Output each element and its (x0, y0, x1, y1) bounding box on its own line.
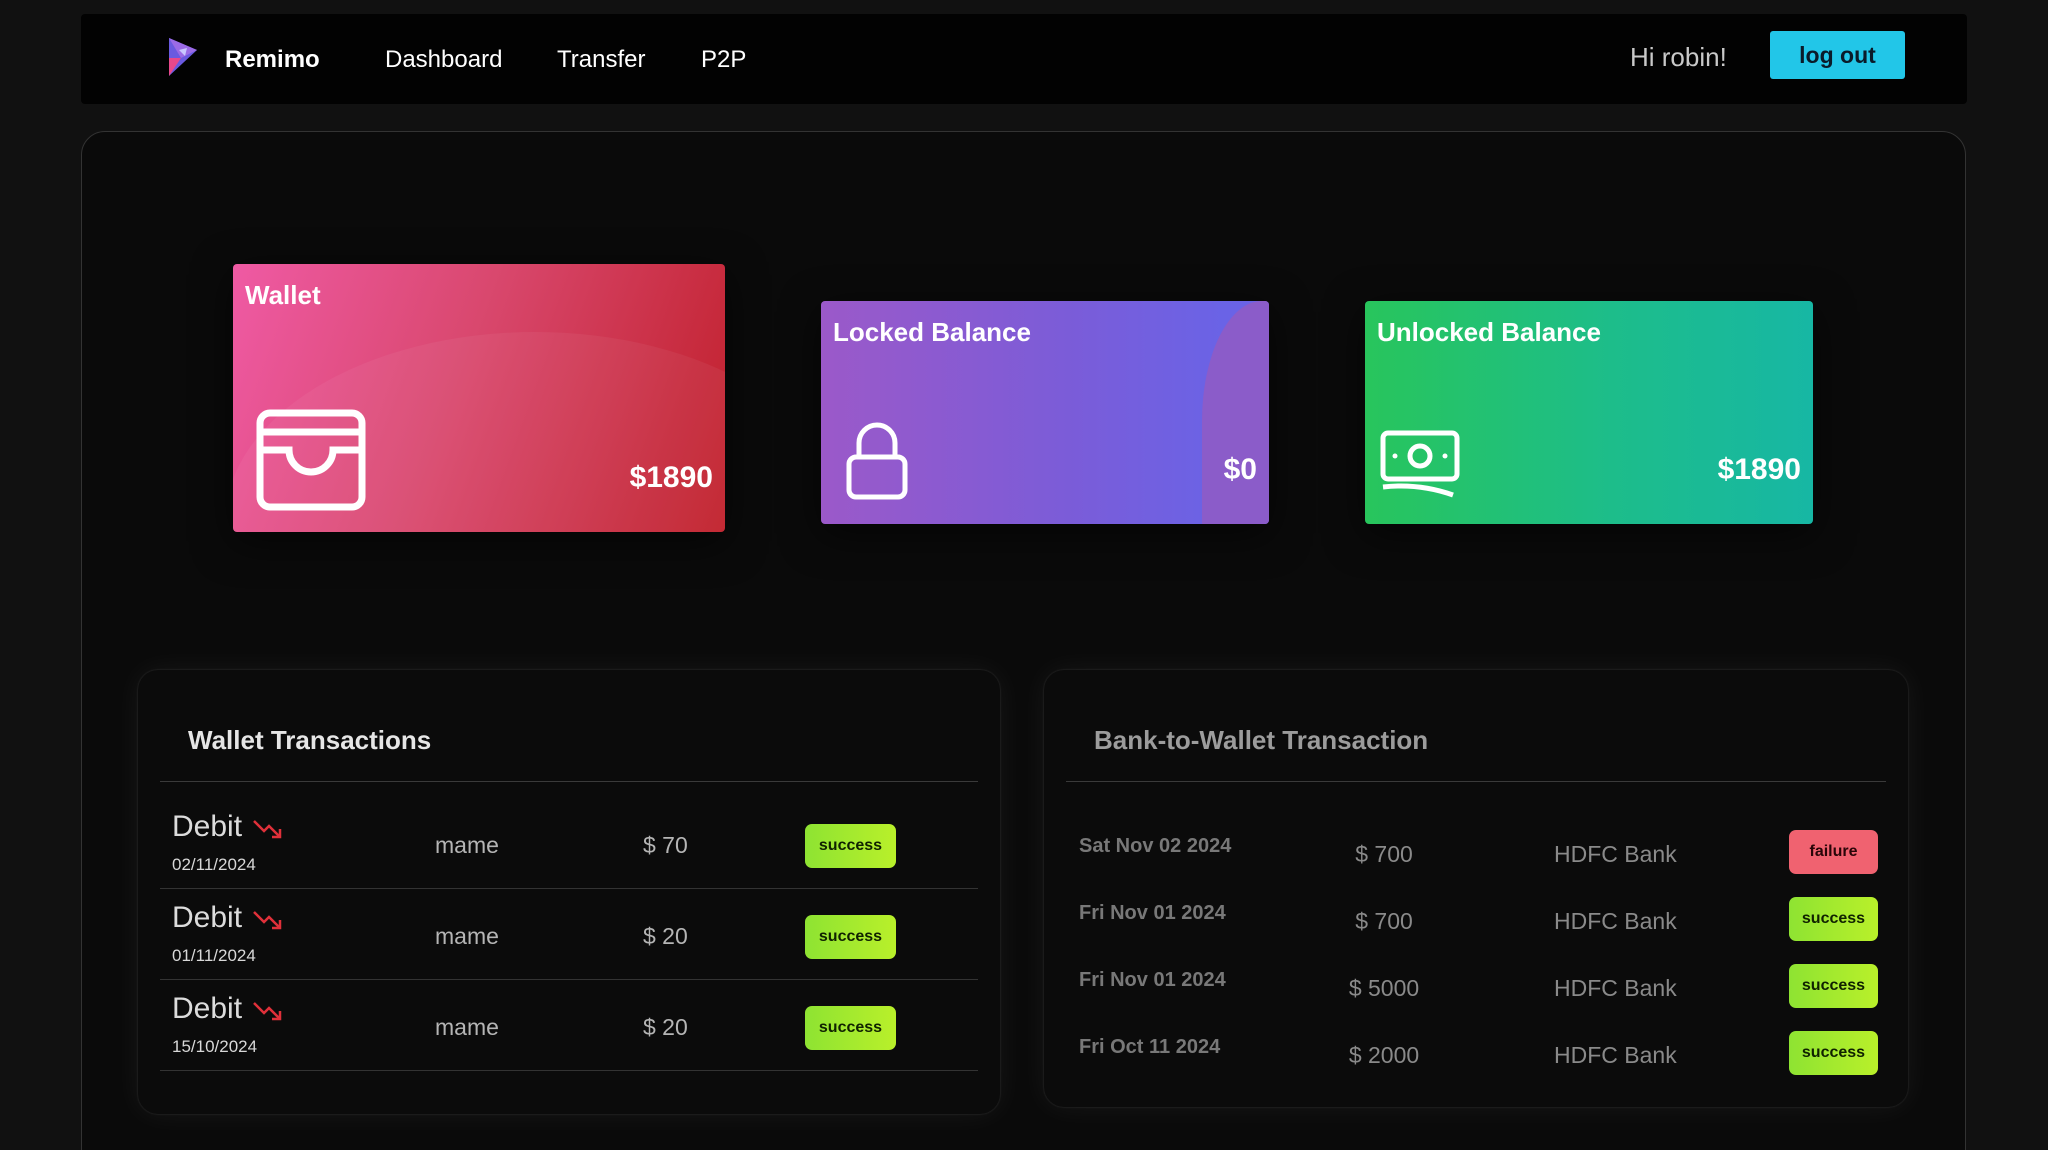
transaction-amount: $ 700 (1355, 841, 1413, 867)
status-badge: success (805, 1006, 896, 1050)
bank-transactions-heading: Bank-to-Wallet Transaction (1094, 725, 1429, 755)
wallet-transactions-heading: Wallet Transactions (188, 725, 432, 755)
bank-transactions-panel: Bank-to-Wallet Transaction Sat Nov 02 20… (1044, 670, 1908, 1107)
wallet-transactions-panel: Wallet Transactions Debit 02/11/2024 mam… (138, 670, 1000, 1114)
table-row[interactable]: Fri Oct 11 2024 $ 2000 HDFC Bank success (1079, 1028, 1886, 1095)
transaction-amount: $ 5000 (1348, 975, 1420, 1001)
bank-name: HDFC Bank (1554, 908, 1677, 934)
nav-link-transfer[interactable]: Transfer (557, 46, 645, 74)
transaction-amount: $ 2000 (1348, 1042, 1420, 1068)
transaction-amount: $ 70 (643, 832, 688, 858)
unlocked-card-amount: $1890 (1717, 453, 1801, 486)
table-row[interactable]: Debit 01/11/2024 mame $ 20 success (160, 889, 978, 980)
table-row[interactable]: Fri Nov 01 2024 $ 5000 HDFC Bank success (1079, 961, 1886, 1028)
status-badge: success (805, 824, 896, 868)
wallet-card-title: Wallet (245, 280, 321, 310)
status-badge: success (1789, 897, 1878, 941)
unlocked-balance-card[interactable]: Unlocked Balance $1890 (1365, 301, 1813, 524)
divider (160, 781, 978, 782)
status-badge: failure (1789, 830, 1878, 874)
card-decoration (1202, 301, 1269, 524)
wallet-icon (256, 409, 366, 511)
nav-link-p2p[interactable]: P2P (701, 46, 746, 74)
status-badge: success (1789, 1031, 1878, 1075)
locked-card-title: Locked Balance (833, 317, 1031, 347)
top-navbar: Remimo Dashboard Transfer P2P Hi robin! … (81, 14, 1967, 104)
locked-card-amount: $0 (1223, 453, 1257, 486)
trending-down-icon (253, 911, 282, 930)
unlocked-card-title: Unlocked Balance (1377, 317, 1601, 347)
brand-name[interactable]: Remimo (225, 46, 320, 74)
table-row[interactable]: Debit 02/11/2024 mame $ 70 success (160, 798, 978, 889)
transaction-date: Fri Nov 01 2024 (1079, 902, 1226, 924)
status-badge: success (805, 915, 896, 959)
bank-name: HDFC Bank (1554, 1042, 1677, 1068)
status-badge: success (1789, 964, 1878, 1008)
wallet-card-amount: $1890 (629, 461, 713, 494)
wallet-card[interactable]: Wallet $1890 (233, 264, 725, 532)
transaction-date: Fri Oct 11 2024 (1079, 1036, 1221, 1058)
transaction-name: mame (435, 832, 499, 858)
transaction-date: 01/11/2024 (172, 946, 256, 965)
bank-name: HDFC Bank (1554, 841, 1677, 867)
locked-balance-card[interactable]: Locked Balance $0 (821, 301, 1269, 524)
user-greeting: Hi robin! (1630, 42, 1727, 72)
transaction-name: mame (435, 923, 499, 949)
logout-button[interactable]: log out (1770, 31, 1905, 79)
transaction-date: Sat Nov 02 2024 (1079, 835, 1232, 857)
table-row[interactable]: Fri Nov 01 2024 $ 700 HDFC Bank success (1079, 894, 1886, 961)
trending-down-icon (253, 1002, 282, 1021)
lock-icon (846, 422, 908, 500)
transaction-type: Debit (172, 992, 243, 1025)
transaction-date: Fri Nov 01 2024 (1079, 969, 1226, 991)
remimo-logo-icon[interactable] (165, 36, 199, 78)
nav-link-dashboard[interactable]: Dashboard (385, 46, 502, 74)
divider (1066, 781, 1886, 782)
transaction-amount: $ 700 (1355, 908, 1413, 934)
transaction-amount: $ 20 (643, 1014, 688, 1040)
transaction-amount: $ 20 (643, 923, 688, 949)
bank-name: HDFC Bank (1554, 975, 1677, 1001)
table-row[interactable]: Debit 15/10/2024 mame $ 20 success (160, 980, 978, 1071)
cash-icon (1380, 430, 1460, 498)
trending-down-icon (253, 820, 282, 839)
transaction-date: 15/10/2024 (172, 1037, 258, 1056)
transaction-type: Debit (172, 901, 243, 934)
transaction-name: mame (435, 1014, 499, 1040)
table-row[interactable]: Sat Nov 02 2024 $ 700 HDFC Bank failure (1079, 827, 1886, 894)
transaction-type: Debit (172, 810, 243, 843)
transaction-date: 02/11/2024 (172, 855, 256, 874)
